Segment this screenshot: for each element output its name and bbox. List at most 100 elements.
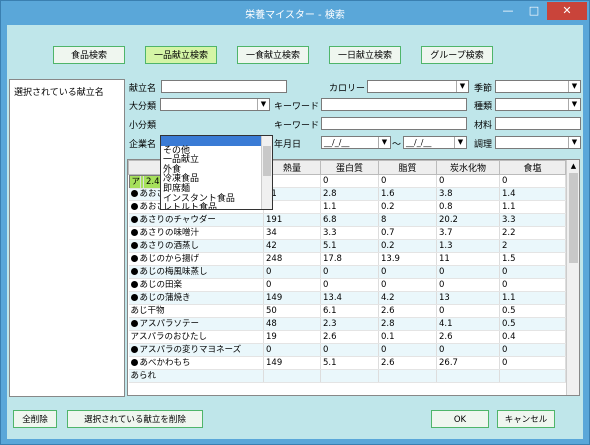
salt-cell[interactable]: 0.5	[499, 304, 566, 318]
salt-cell[interactable]: 3.3	[499, 213, 566, 227]
protein-cell[interactable]: 0	[320, 278, 379, 292]
carbohydrate-cell[interactable]: 3.8	[436, 187, 500, 201]
selected-menu-panel[interactable]: 選択されている献立名	[9, 79, 125, 397]
protein-cell[interactable]	[320, 369, 379, 383]
single-meal-search-button[interactable]: 一食献立検索	[237, 46, 309, 64]
delete-selected-menu-button[interactable]: 選択されている献立を削除	[67, 410, 203, 428]
dropdown-option[interactable]: 即席麺	[161, 184, 272, 194]
table-row[interactable]: あじの田楽 0 0 0 0 0	[128, 278, 566, 292]
dish-name-cell[interactable]: あられ	[128, 369, 264, 383]
dropdown-option[interactable]: レトルト食品	[161, 203, 272, 209]
table-row[interactable]: あじのから揚げ 248 17.8 13.9 11 1.5	[128, 252, 566, 266]
carbohydrate-cell[interactable]: 11	[436, 252, 500, 266]
cooking-select[interactable]: ▼	[495, 136, 581, 149]
single-dish-search-button[interactable]: 一品献立検索	[145, 46, 217, 64]
fat-cell[interactable]: 8	[378, 213, 437, 227]
carbohydrate-cell[interactable]: 26.7	[436, 356, 500, 370]
ingredient-input[interactable]	[495, 117, 581, 130]
keyword2-input[interactable]	[321, 117, 467, 130]
major-category-select[interactable]: ▼	[160, 98, 270, 111]
protein-cell[interactable]: 0	[320, 265, 379, 279]
grid-scrollbar[interactable]: ▲	[566, 160, 579, 395]
scroll-up-icon[interactable]: ▲	[567, 160, 579, 172]
fat-cell[interactable]: 0	[378, 278, 437, 292]
scrollbar-thumb[interactable]	[569, 173, 578, 263]
salt-cell[interactable]: 2.2	[499, 226, 566, 240]
carbohydrate-cell[interactable]: 0	[436, 304, 500, 318]
energy-cell[interactable]: 19	[263, 330, 321, 344]
salt-cell[interactable]: 1.4	[499, 187, 566, 201]
cancel-button[interactable]: キャンセル	[497, 410, 555, 428]
energy-cell[interactable]: 0	[263, 265, 321, 279]
fat-cell[interactable]: 2.8	[378, 317, 437, 331]
energy-cell[interactable]: 0	[263, 343, 321, 357]
column-header-protein[interactable]: 蛋白質	[320, 160, 379, 175]
keyword-input[interactable]	[321, 98, 467, 111]
dish-name-cell[interactable]: あさりの味噌汁	[128, 226, 264, 240]
fat-cell[interactable]: 4.2	[378, 291, 437, 305]
energy-cell[interactable]: 0	[263, 278, 321, 292]
salt-cell[interactable]: 0	[499, 356, 566, 370]
menu-name-input[interactable]	[161, 80, 287, 93]
carbohydrate-cell[interactable]: 13	[436, 291, 500, 305]
salt-cell[interactable]: 1.1	[499, 291, 566, 305]
table-row[interactable]: あじ干物 50 6.1 2.6 0 0.5	[128, 304, 566, 318]
protein-cell[interactable]: 1.1	[320, 200, 379, 214]
table-row[interactable]: アスパラのおひたし 19 2.6 0.1 2.6 0.4	[128, 330, 566, 344]
daily-menu-search-button[interactable]: 一日献立検索	[329, 46, 401, 64]
calorie-select[interactable]: ▼	[367, 80, 469, 93]
dish-name-cell[interactable]: アスパラの変りマヨネーズ	[128, 343, 264, 357]
close-button[interactable]: ✕	[547, 2, 587, 20]
protein-cell[interactable]: 0	[320, 343, 379, 357]
dropdown-option[interactable]: 外食	[161, 165, 272, 175]
fat-cell[interactable]: 2.6	[378, 304, 437, 318]
table-row[interactable]: あられ	[128, 369, 566, 383]
energy-cell[interactable]: 149	[263, 356, 321, 370]
energy-cell[interactable]: 48	[263, 317, 321, 331]
fat-cell[interactable]: 1.6	[378, 187, 437, 201]
dropdown-option[interactable]: 冷凍食品	[161, 174, 272, 185]
carbohydrate-cell[interactable]: 0	[436, 265, 500, 279]
carbohydrate-cell[interactable]: 0	[436, 343, 500, 357]
salt-cell[interactable]: 0.4	[499, 330, 566, 344]
season-select[interactable]: ▼	[495, 80, 581, 93]
carbohydrate-cell[interactable]: 0	[436, 175, 500, 188]
table-row[interactable]: あさりの味噌汁 34 3.3 0.7 3.7 2.2	[128, 226, 566, 240]
fat-cell[interactable]: 0.7	[378, 226, 437, 240]
fat-cell[interactable]: 0	[378, 265, 437, 279]
date-from-field[interactable]: __/_/__ ▼	[321, 136, 391, 149]
carbohydrate-cell[interactable]: 0.8	[436, 200, 500, 214]
group-search-button[interactable]: グループ検索	[421, 46, 493, 64]
energy-cell[interactable]: 50	[263, 304, 321, 318]
energy-cell[interactable]: 42	[263, 239, 321, 253]
dropdown-option[interactable]: 一品献立	[161, 155, 272, 165]
dish-name-cell[interactable]: ア	[129, 176, 142, 189]
carbohydrate-cell[interactable]: 20.2	[436, 213, 500, 227]
protein-cell[interactable]: 2.3	[320, 317, 379, 331]
energy-cell[interactable]: 34	[263, 226, 321, 240]
fat-cell[interactable]: 0	[378, 175, 437, 188]
salt-cell[interactable]: 0	[499, 265, 566, 279]
delete-all-button[interactable]: 全削除	[13, 410, 57, 428]
salt-cell[interactable]: 0	[499, 278, 566, 292]
energy-cell[interactable]: 191	[263, 213, 321, 227]
fat-cell[interactable]: 0	[378, 343, 437, 357]
type-select[interactable]: ▼	[495, 98, 581, 111]
scrollbar-thumb[interactable]	[263, 146, 271, 176]
carbohydrate-cell[interactable]: 0	[436, 278, 500, 292]
major-category-dropdown[interactable]: その他 一品献立 外食 冷凍食品 即席麺 インスタント食品 レトルト食品	[160, 135, 273, 210]
protein-cell[interactable]: 2.8	[320, 187, 379, 201]
protein-cell[interactable]: 6.1	[320, 304, 379, 318]
table-row[interactable]: アスパラの変りマヨネーズ 0 0 0 0 0	[128, 343, 566, 357]
carbohydrate-cell[interactable]	[436, 369, 500, 383]
salt-cell[interactable]: 1.5	[499, 252, 566, 266]
salt-cell[interactable]: 0	[499, 343, 566, 357]
maximize-button[interactable]: □	[521, 2, 547, 20]
table-row[interactable]: あさりの酒蒸し 42 5.1 0.2 1.3 2	[128, 239, 566, 253]
protein-cell[interactable]: 0	[320, 175, 379, 188]
fat-cell[interactable]: 0.2	[378, 239, 437, 253]
ok-button[interactable]: OK	[431, 410, 489, 428]
energy-cell[interactable]: 248	[263, 252, 321, 266]
dish-name-cell[interactable]: アスパラのおひたし	[128, 330, 264, 344]
table-row[interactable]: あさりのチャウダー 191 6.8 8 20.2 3.3	[128, 213, 566, 227]
